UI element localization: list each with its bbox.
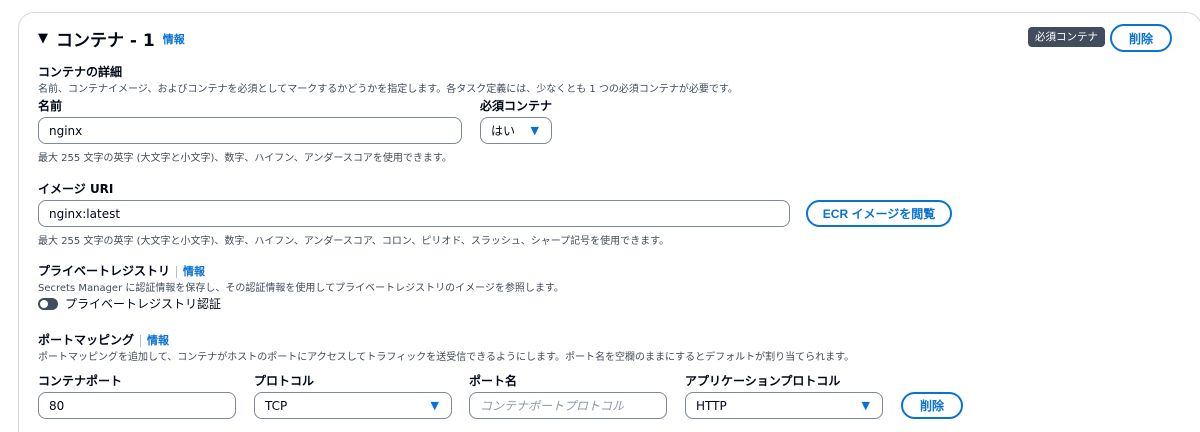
caret-down-icon: ▼ (530, 124, 539, 137)
registry-toggle-row[interactable]: プライベートレジストリ認証 (38, 295, 221, 312)
container-port-label: コンテナポート (38, 374, 123, 388)
delete-container-button[interactable]: 削除 (1110, 24, 1172, 52)
registry-toggle[interactable] (38, 297, 58, 310)
image-uri-value: nginx:latest (49, 206, 121, 221)
required-badge: 必須コンテナ (1028, 27, 1105, 47)
registry-description: Secrets Manager に認証情報を保存し、その認証情報を使用してプライ… (38, 283, 564, 294)
ports-heading-row: ポートマッピング 情報 (38, 331, 169, 348)
ports-heading: ポートマッピング (38, 333, 135, 347)
protocol-select[interactable]: TCP ▼ (254, 392, 452, 419)
app-protocol-select[interactable]: HTTP ▼ (685, 392, 883, 419)
name-label: 名前 (38, 99, 63, 113)
registry-heading: プライベートレジストリ (38, 264, 171, 278)
registry-info-link[interactable]: 情報 (183, 265, 205, 278)
ports-description: ポートマッピングを追加して、コンテナがホストのポートにアクセスしてトラフィックを… (38, 352, 855, 363)
registry-heading-row: プライベートレジストリ 情報 (38, 262, 205, 279)
details-description: 名前、コンテナイメージ、およびコンテナを必須としてマークするかどうかを指定します… (38, 84, 738, 95)
port-name-placeholder: コンテナポートプロトコル (480, 399, 625, 413)
divider (176, 265, 178, 278)
ports-info-link[interactable]: 情報 (147, 334, 169, 347)
caret-down-icon[interactable]: ▼ (38, 31, 48, 46)
protocol-label: プロトコル (254, 374, 315, 388)
container-port-value: 80 (49, 398, 65, 413)
image-uri-label: イメージ URI (38, 182, 114, 196)
name-input-value: nginx (49, 123, 83, 138)
info-link[interactable]: 情報 (163, 31, 185, 47)
section-header[interactable]: ▼ コンテナ - 1 情報 (38, 26, 185, 51)
details-heading: コンテナの詳細 (38, 65, 123, 79)
port-name-input[interactable]: コンテナポートプロトコル (469, 392, 667, 419)
container-port-input[interactable]: 80 (38, 392, 236, 419)
essential-label: 必須コンテナ (480, 99, 553, 113)
essential-select[interactable]: はい ▼ (480, 117, 552, 144)
delete-port-mapping-button[interactable]: 削除 (901, 392, 963, 419)
app-protocol-label: アプリケーションプロトコル (685, 374, 841, 388)
essential-select-value: はい (491, 124, 516, 138)
name-hint: 最大 255 文字の英字 (大文字と小文字)、数字、ハイフン、アンダースコアを使… (38, 153, 452, 164)
caret-down-icon: ▼ (861, 399, 870, 412)
port-name-label: ポート名 (469, 374, 518, 388)
section-title: コンテナ - 1 (56, 31, 155, 51)
app-protocol-select-value: HTTP (696, 398, 727, 413)
protocol-select-value: TCP (265, 398, 288, 413)
image-uri-hint: 最大 255 文字の英字 (大文字と小文字)、数字、ハイフン、アンダースコア、コ… (38, 236, 670, 247)
registry-toggle-label: プライベートレジストリ認証 (65, 297, 222, 311)
name-input[interactable]: nginx (38, 117, 462, 144)
divider (140, 334, 142, 347)
caret-down-icon: ▼ (430, 399, 439, 412)
image-uri-input[interactable]: nginx:latest (38, 200, 790, 227)
browse-ecr-button[interactable]: ECR イメージを閲覧 (806, 200, 952, 227)
